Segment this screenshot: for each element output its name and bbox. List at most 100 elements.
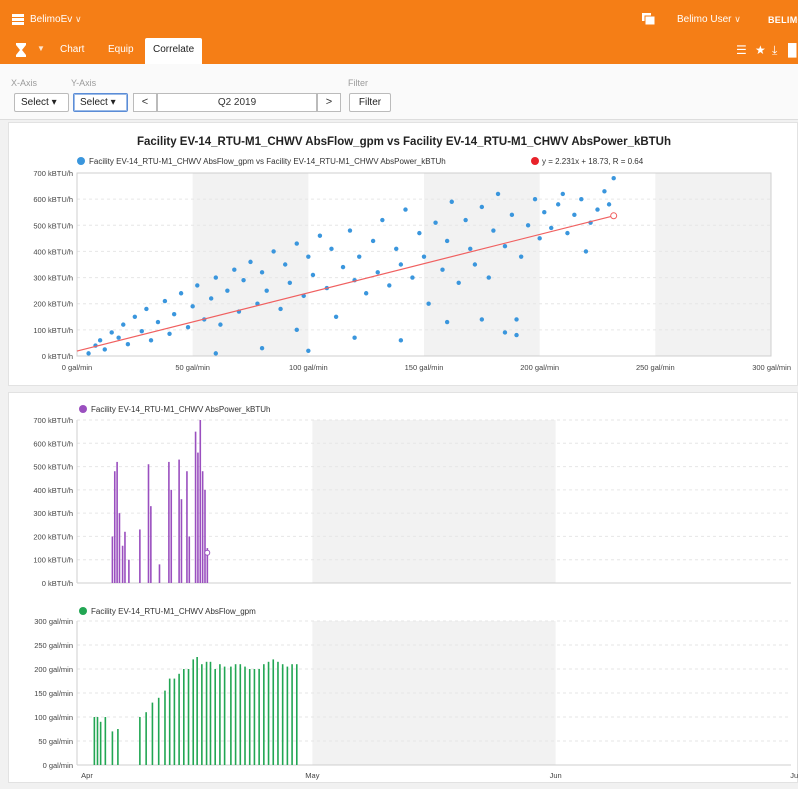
panel-icon[interactable]: █ bbox=[788, 43, 797, 57]
flow-bar bbox=[267, 661, 270, 765]
download-icon[interactable]: ⤓ bbox=[772, 43, 777, 58]
scatter-point bbox=[317, 233, 323, 238]
scatter-point bbox=[190, 304, 195, 309]
filter-button[interactable]: Filter bbox=[349, 93, 391, 112]
scatter-point bbox=[509, 212, 515, 218]
flow-x-tick: Jul bbox=[790, 771, 798, 780]
scatter-point bbox=[283, 262, 288, 267]
scatter-point bbox=[213, 275, 218, 280]
scatter-x-tick: 0 gal/min bbox=[62, 363, 92, 372]
scatter-point bbox=[514, 332, 519, 338]
timeseries-charts: Facility EV-14_RTU-M1_CHWV AbsPower_kBTU… bbox=[33, 405, 798, 780]
app-menu-icon[interactable] bbox=[12, 14, 24, 25]
scatter-legend-label[interactable]: Facility EV-14_RTU-M1_CHWV AbsFlow_gpm v… bbox=[89, 157, 446, 166]
flow-bar bbox=[178, 673, 180, 765]
flow-bar bbox=[209, 661, 212, 765]
flow-x-tick: May bbox=[305, 771, 319, 780]
flow-bar bbox=[291, 664, 293, 765]
flow-y-tick: 300 gal/min bbox=[34, 617, 73, 626]
next-period-button[interactable]: > bbox=[317, 93, 341, 112]
prev-period-button[interactable]: < bbox=[133, 93, 157, 112]
scatter-point bbox=[329, 246, 334, 252]
flow-bar bbox=[214, 669, 216, 765]
hourglass-icon[interactable] bbox=[16, 43, 26, 57]
power-bar bbox=[111, 536, 114, 583]
scatter-point bbox=[264, 288, 269, 293]
flow-x-tick: Apr bbox=[81, 771, 93, 780]
flow-bar bbox=[111, 731, 114, 765]
scatter-point bbox=[102, 347, 107, 352]
scatter-point bbox=[606, 202, 612, 207]
flow-bar bbox=[286, 666, 289, 765]
power-band bbox=[312, 420, 556, 583]
messages-icon[interactable] bbox=[642, 13, 655, 25]
scatter-point bbox=[357, 254, 362, 259]
scatter-point bbox=[525, 223, 531, 228]
flow-y-tick: 150 gal/min bbox=[34, 689, 73, 698]
scatter-point bbox=[162, 298, 168, 304]
flow-bar bbox=[151, 702, 154, 765]
scatter-point bbox=[306, 348, 311, 353]
scatter-point bbox=[537, 236, 542, 241]
scatter-point bbox=[380, 217, 385, 223]
time-caret-icon[interactable]: ▼ bbox=[37, 44, 45, 53]
scatter-y-tick: 300 kBTU/h bbox=[33, 274, 73, 283]
tab-chart[interactable]: Chart bbox=[52, 38, 92, 64]
app-title: BelimoEv bbox=[30, 14, 73, 25]
scatter-y-tick: 700 kBTU/h bbox=[33, 169, 73, 178]
scatter-point bbox=[213, 351, 218, 356]
scatter-point bbox=[306, 254, 311, 259]
flow-bar bbox=[272, 659, 275, 765]
scatter-point bbox=[363, 291, 369, 296]
scatter-point bbox=[218, 322, 223, 327]
flow-bar bbox=[295, 664, 298, 765]
scatter-point bbox=[532, 196, 538, 202]
app-title-dropdown[interactable]: BelimoEv ∨ bbox=[30, 14, 82, 25]
user-caret-icon: ∨ bbox=[734, 14, 741, 24]
power-bar bbox=[178, 459, 180, 583]
trend-end-marker bbox=[610, 212, 618, 220]
power-end-marker bbox=[204, 549, 211, 556]
scatter-point bbox=[333, 314, 339, 319]
tab-equip[interactable]: Equip bbox=[100, 38, 142, 64]
power-bar bbox=[197, 452, 199, 583]
scatter-point bbox=[86, 351, 91, 356]
scatter-point bbox=[491, 228, 496, 233]
list-icon[interactable]: ☰ bbox=[736, 43, 747, 57]
xaxis-select[interactable]: Select ▾ bbox=[14, 93, 69, 112]
scatter-point bbox=[444, 319, 450, 325]
scatter-point bbox=[241, 277, 246, 283]
tab-correlate[interactable]: Correlate bbox=[145, 38, 203, 64]
scatter-point bbox=[468, 246, 473, 252]
scatter-point bbox=[433, 220, 438, 225]
scatter-point bbox=[167, 331, 172, 336]
scatter-point bbox=[440, 267, 445, 272]
scatter-point bbox=[583, 249, 589, 254]
scatter-point bbox=[225, 288, 230, 293]
scatter-point bbox=[555, 202, 561, 207]
user-menu[interactable]: Belimo User ∨ bbox=[677, 14, 741, 25]
flow-bar bbox=[117, 729, 119, 765]
power-bar bbox=[194, 431, 197, 583]
scatter-point bbox=[403, 207, 408, 212]
scatter-point bbox=[398, 262, 404, 267]
scatter-point bbox=[208, 296, 214, 301]
correlate-toolbar: X-Axis Y-Axis Filter Select ▾ Select ▾ <… bbox=[0, 64, 798, 120]
power-legend-dot bbox=[79, 405, 87, 413]
scatter-y-tick: 0 kBTU/h bbox=[42, 352, 73, 361]
star-icon[interactable]: ★ bbox=[755, 43, 766, 57]
flow-legend-label[interactable]: Facility EV-14_RTU-M1_CHWV AbsFlow_gpm bbox=[91, 607, 256, 616]
power-legend-label[interactable]: Facility EV-14_RTU-M1_CHWV AbsPower_kBTU… bbox=[91, 405, 270, 414]
yaxis-select[interactable]: Select ▾ bbox=[73, 93, 128, 112]
scatter-point bbox=[456, 280, 461, 285]
flow-bar bbox=[157, 697, 160, 765]
scatter-point bbox=[449, 199, 454, 204]
trend-legend-label[interactable]: y = 2.231x + 18.73, R = 0.64 bbox=[542, 157, 644, 166]
scatter-point bbox=[259, 345, 265, 351]
scatter-chart: Facility EV-14_RTU-M1_CHWV AbsFlow_gpm v… bbox=[33, 136, 791, 372]
app-header: BelimoEv ∨ Belimo User ∨ BELIMO bbox=[0, 0, 798, 38]
scatter-point bbox=[155, 319, 161, 325]
tab-actions: ☰ ★ ⤓ █ bbox=[736, 43, 798, 59]
flow-bar bbox=[187, 669, 190, 765]
scatter-x-tick: 250 gal/min bbox=[636, 363, 675, 372]
